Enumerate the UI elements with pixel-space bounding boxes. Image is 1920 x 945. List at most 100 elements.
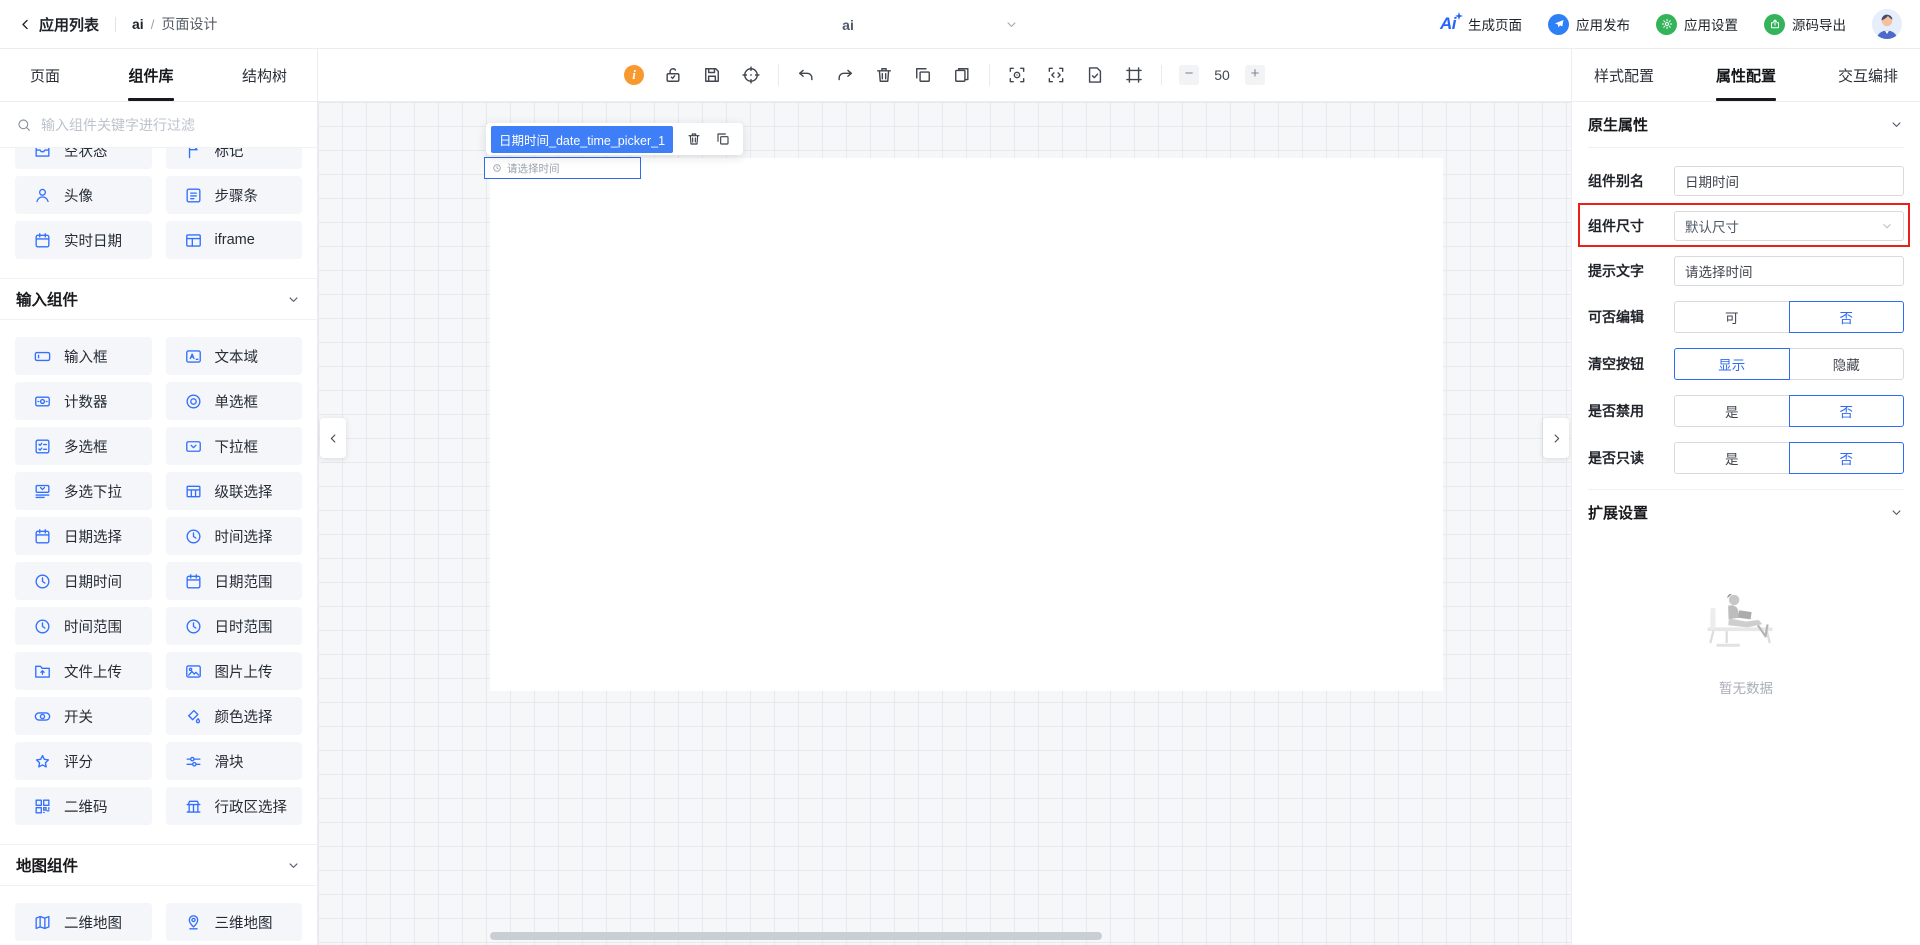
delete-component-icon[interactable] bbox=[686, 131, 702, 147]
component-item[interactable]: iframe bbox=[165, 221, 302, 259]
segment-option[interactable]: 显示 bbox=[1674, 348, 1790, 380]
tab-structure-tree[interactable]: 结构树 bbox=[242, 49, 287, 101]
component-item[interactable]: 二维码 bbox=[15, 787, 152, 825]
scan-code-icon[interactable] bbox=[1046, 65, 1066, 85]
component-item[interactable]: 空状态 bbox=[15, 148, 152, 169]
source-export-button[interactable]: 源码导出 bbox=[1764, 13, 1846, 35]
component-item[interactable]: 文件上传 bbox=[15, 652, 152, 690]
doc-check-icon[interactable] bbox=[1085, 65, 1105, 85]
component-item[interactable]: 开关 bbox=[15, 697, 152, 735]
component-item[interactable]: 二维地图 bbox=[15, 903, 152, 941]
horizontal-scrollbar[interactable] bbox=[490, 932, 1102, 940]
segment-option[interactable]: 隐藏 bbox=[1788, 348, 1904, 380]
component-item[interactable]: 日时范围 bbox=[165, 607, 302, 645]
back-button[interactable]: 应用列表 bbox=[18, 14, 99, 35]
region-icon bbox=[184, 797, 203, 816]
zoom-in-button[interactable]: + bbox=[1245, 65, 1265, 85]
redo-icon[interactable] bbox=[835, 65, 855, 85]
lock-icon[interactable] bbox=[663, 65, 683, 85]
component-item[interactable]: 日期选择 bbox=[15, 517, 152, 555]
crosshair-icon[interactable] bbox=[741, 65, 761, 85]
component-item[interactable]: 级联选择 bbox=[165, 472, 302, 510]
segment-option[interactable]: 是 bbox=[1674, 442, 1790, 474]
component-item[interactable]: 时间选择 bbox=[165, 517, 302, 555]
copy-icon[interactable] bbox=[913, 65, 933, 85]
component-item[interactable]: 计数器 bbox=[15, 382, 152, 420]
field-control: 是否 bbox=[1674, 442, 1904, 474]
component-item[interactable]: 三维地图 bbox=[165, 903, 302, 941]
save-icon[interactable] bbox=[702, 65, 722, 85]
frame-crop-icon[interactable] bbox=[1124, 65, 1144, 85]
field-row: 可否编辑 可否 bbox=[1588, 301, 1904, 333]
trash-icon[interactable] bbox=[874, 65, 894, 85]
collapse-right-panel-handle[interactable] bbox=[1543, 418, 1569, 458]
field-select[interactable]: 默认尺寸 bbox=[1674, 211, 1904, 241]
component-item[interactable]: 滑块 bbox=[165, 742, 302, 780]
segment-option[interactable]: 可 bbox=[1674, 301, 1790, 333]
chevron-down-icon[interactable] bbox=[1004, 17, 1019, 32]
component-item[interactable]: 头像 bbox=[15, 176, 152, 214]
component-item[interactable]: 实时日期 bbox=[15, 221, 152, 259]
collapse-left-panel-handle[interactable] bbox=[320, 418, 346, 458]
section-header[interactable]: 地图组件 bbox=[0, 844, 317, 886]
tab-component-library[interactable]: 组件库 bbox=[128, 49, 174, 101]
breadcrumb-app[interactable]: ai bbox=[132, 16, 144, 32]
segment-option[interactable]: 是 bbox=[1674, 395, 1790, 427]
page-sheet[interactable] bbox=[490, 158, 1443, 691]
component-item[interactable]: 下拉框 bbox=[165, 427, 302, 465]
component-item[interactable]: 行政区选择 bbox=[165, 787, 302, 825]
app-settings-button[interactable]: 应用设置 bbox=[1656, 13, 1738, 35]
tab-property-config[interactable]: 属性配置 bbox=[1715, 49, 1777, 101]
component-item[interactable]: 图片上传 bbox=[165, 652, 302, 690]
paste-icon[interactable] bbox=[952, 65, 972, 85]
calendar-icon bbox=[184, 572, 203, 591]
undo-icon[interactable] bbox=[796, 65, 816, 85]
field-input[interactable] bbox=[1674, 256, 1904, 286]
info-icon[interactable]: i bbox=[624, 65, 644, 85]
component-item-label: 日期范围 bbox=[214, 574, 273, 591]
counter-icon bbox=[33, 392, 52, 411]
field-input[interactable] bbox=[1674, 166, 1904, 196]
component-item[interactable]: 颜色选择 bbox=[165, 697, 302, 735]
copy-component-icon[interactable] bbox=[715, 131, 731, 147]
app-settings-label: 应用设置 bbox=[1684, 18, 1738, 33]
component-item[interactable]: 时间范围 bbox=[15, 607, 152, 645]
component-item[interactable]: 日期范围 bbox=[165, 562, 302, 600]
zoom-control: − 50 + bbox=[1161, 65, 1265, 85]
component-item[interactable]: 标记 bbox=[165, 148, 302, 169]
component-item[interactable]: 多选框 bbox=[15, 427, 152, 465]
toolbar-group bbox=[796, 65, 972, 85]
generate-page-button[interactable]: Ai 生成页面 bbox=[1440, 14, 1522, 34]
component-grid: 二维地图 三维地图 bbox=[0, 886, 317, 945]
tab-pages[interactable]: 页面 bbox=[30, 49, 60, 101]
component-item[interactable]: 文本域 bbox=[165, 337, 302, 375]
component-item[interactable]: 输入框 bbox=[15, 337, 152, 375]
component-item-label: 图片上传 bbox=[214, 664, 273, 681]
search-input[interactable] bbox=[41, 116, 301, 133]
component-item[interactable]: 单选框 bbox=[165, 382, 302, 420]
tab-interaction[interactable]: 交互编排 bbox=[1838, 49, 1898, 101]
component-item[interactable]: 日期时间 bbox=[15, 562, 152, 600]
selected-date-time-picker[interactable]: 请选择时间 bbox=[484, 157, 641, 179]
component-item[interactable]: 步骤条 bbox=[165, 176, 302, 214]
segment-option[interactable]: 否 bbox=[1788, 301, 1904, 333]
tab-style-config[interactable]: 样式配置 bbox=[1594, 49, 1654, 101]
chevron-down-icon bbox=[286, 858, 301, 873]
canvas-viewport[interactable]: 请选择时间 日期时间_date_time_picker_1 bbox=[318, 102, 1571, 945]
selected-component-tag[interactable]: 日期时间_date_time_picker_1 bbox=[491, 125, 674, 153]
zoom-out-button[interactable]: − bbox=[1179, 65, 1199, 85]
page-selector[interactable]: ai bbox=[842, 0, 854, 49]
native-properties-header[interactable]: 原生属性 bbox=[1588, 102, 1904, 148]
user-avatar[interactable] bbox=[1872, 9, 1902, 39]
section-header[interactable]: 输入组件 bbox=[0, 278, 317, 320]
segment-option[interactable]: 否 bbox=[1788, 442, 1904, 474]
radio-icon bbox=[184, 392, 203, 411]
component-item[interactable]: 评分 bbox=[15, 742, 152, 780]
person-icon bbox=[33, 186, 52, 205]
extension-settings-header[interactable]: 扩展设置 bbox=[1588, 489, 1904, 535]
app-publish-button[interactable]: 应用发布 bbox=[1548, 13, 1630, 35]
segment-option[interactable]: 否 bbox=[1788, 395, 1904, 427]
scan-eye-icon[interactable] bbox=[1007, 65, 1027, 85]
component-item[interactable]: 多选下拉 bbox=[15, 472, 152, 510]
back-label: 应用列表 bbox=[39, 16, 100, 34]
